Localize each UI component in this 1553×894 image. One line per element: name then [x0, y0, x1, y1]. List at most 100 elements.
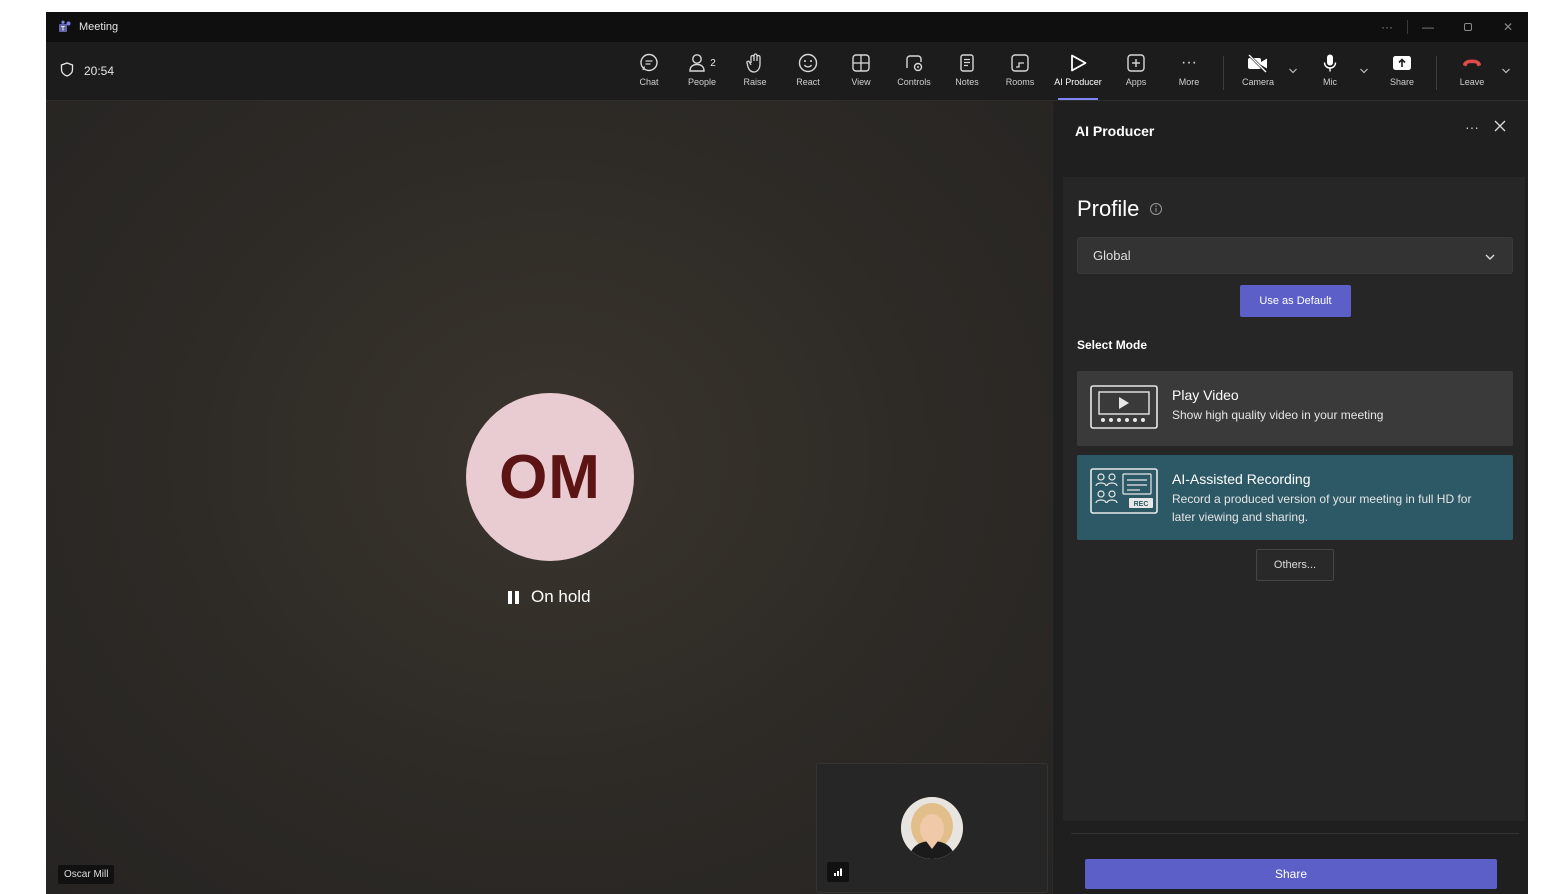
notes-label: Notes — [955, 77, 979, 87]
chat-button[interactable]: Chat — [625, 50, 673, 94]
signal-strength-icon — [827, 862, 849, 882]
camera-off-icon — [1246, 50, 1270, 76]
video-screen-icon — [1090, 384, 1158, 430]
more-dots-icon: ··· — [1181, 54, 1197, 71]
recording-studio-icon: REC — [1090, 468, 1158, 514]
more-button[interactable]: ··· More — [1165, 50, 1213, 94]
on-hold-text: On hold — [531, 587, 591, 606]
ai-recording-title: AI-Assisted Recording — [1172, 471, 1311, 487]
use-as-default-button[interactable]: Use as Default — [1240, 285, 1351, 317]
play-video-text: Play Video Show high quality video in yo… — [1172, 387, 1492, 424]
view-button[interactable]: View — [837, 50, 885, 94]
chevron-down-icon — [1484, 249, 1496, 267]
pause-icon — [508, 590, 522, 604]
chat-icon — [638, 50, 660, 76]
mode-card-ai-recording[interactable]: REC AI-Assisted Recording Record a produ… — [1077, 455, 1513, 540]
panel-close-icon[interactable] — [1493, 119, 1507, 138]
teams-meeting-window: T Meeting ··· — ✕ 20:54 Chat 2 People Ra… — [46, 12, 1528, 894]
meeting-stage: OM On hold Oscar Mill — [46, 101, 1052, 894]
self-video-tile[interactable] — [816, 763, 1048, 893]
profile-label: Profile — [1077, 196, 1140, 221]
apps-add-icon — [1125, 50, 1147, 76]
leave-options-chevron-icon[interactable] — [1501, 67, 1511, 78]
people-icon: 2 — [688, 50, 716, 76]
ai-recording-text: AI-Assisted Recording Record a produced … — [1172, 471, 1492, 526]
play-video-title: Play Video — [1172, 387, 1239, 403]
ai-producer-panel: AI Producer ··· Profile Global Use as De… — [1052, 101, 1528, 894]
info-icon[interactable] — [1149, 196, 1163, 222]
shield-icon — [60, 62, 74, 80]
camera-button[interactable]: Camera — [1234, 50, 1282, 94]
hand-icon — [744, 50, 766, 76]
participant-avatar: OM — [466, 393, 634, 561]
apps-button[interactable]: Apps — [1112, 50, 1160, 94]
controls-button[interactable]: Controls — [890, 50, 938, 94]
camera-options-chevron-icon[interactable] — [1288, 67, 1298, 78]
share-screen-icon — [1391, 50, 1413, 76]
ai-recording-description: Record a produced version of your meetin… — [1172, 492, 1472, 524]
participant-initials: OM — [499, 442, 601, 512]
notes-icon — [956, 50, 978, 76]
share-label: Share — [1389, 77, 1415, 87]
others-button[interactable]: Others... — [1256, 549, 1334, 581]
window-more-icon[interactable]: ··· — [1367, 12, 1407, 42]
panel-footer-divider — [1071, 833, 1519, 834]
people-button[interactable]: 2 People — [678, 50, 726, 94]
hang-up-icon — [1460, 50, 1484, 76]
svg-text:T: T — [61, 27, 65, 33]
grid-view-icon — [850, 50, 872, 76]
people-count: 2 — [710, 57, 716, 69]
toolbar-divider — [1223, 56, 1224, 90]
close-window-icon[interactable]: ✕ — [1488, 12, 1528, 42]
apps-label: Apps — [1125, 77, 1147, 87]
panel-header: AI Producer ··· — [1053, 101, 1528, 157]
ai-producer-label: AI Producer — [1054, 77, 1102, 87]
rooms-label: Rooms — [1005, 77, 1035, 87]
profile-heading: Profile — [1077, 196, 1163, 222]
controls-label: Controls — [897, 77, 931, 87]
mode-card-play-video[interactable]: Play Video Show high quality video in yo… — [1077, 371, 1513, 446]
window-title: Meeting — [79, 21, 119, 33]
timer-text: 20:54 — [84, 64, 115, 78]
rooms-icon — [1009, 50, 1031, 76]
share-button[interactable]: Share — [1378, 50, 1426, 94]
meeting-toolbar: 20:54 Chat 2 People Raise React View Con… — [46, 42, 1528, 101]
on-hold-status: On hold — [508, 587, 591, 607]
window-controls: ··· — ✕ — [1367, 12, 1528, 42]
minimize-icon[interactable]: — — [1408, 12, 1448, 42]
rooms-button[interactable]: Rooms — [996, 50, 1044, 94]
camera-label: Camera — [1241, 77, 1274, 87]
raise-label: Raise — [743, 77, 767, 87]
teams-logo-icon: T — [57, 19, 73, 35]
panel-more-icon[interactable]: ··· — [1465, 119, 1479, 135]
participant-name-tag: Oscar Mill — [58, 865, 115, 884]
mic-button[interactable]: Mic — [1306, 50, 1354, 94]
meeting-timer: 20:54 — [60, 62, 114, 80]
mic-options-chevron-icon[interactable] — [1359, 67, 1369, 78]
raise-hand-button[interactable]: Raise — [731, 50, 779, 94]
panel-body: Profile Global Use as Default Select Mod… — [1063, 177, 1525, 821]
more-label: More — [1178, 77, 1200, 87]
leave-button[interactable]: Leave — [1448, 50, 1496, 94]
self-avatar-photo — [901, 797, 963, 859]
svg-text:REC: REC — [1134, 501, 1149, 508]
chat-label: Chat — [639, 77, 659, 87]
controls-icon — [903, 50, 925, 76]
panel-share-button[interactable]: Share — [1085, 859, 1497, 889]
panel-title: AI Producer — [1075, 123, 1155, 139]
smiley-icon — [797, 50, 819, 76]
notes-button[interactable]: Notes — [943, 50, 991, 94]
toolbar-divider-leave — [1436, 56, 1437, 90]
react-label: React — [796, 77, 820, 87]
people-label: People — [687, 77, 717, 87]
restore-icon[interactable] — [1448, 12, 1488, 42]
leave-label: Leave — [1459, 77, 1485, 87]
react-button[interactable]: React — [784, 50, 832, 94]
ai-producer-button[interactable]: AI Producer — [1054, 50, 1102, 100]
profile-dropdown[interactable]: Global — [1077, 237, 1513, 274]
mic-label: Mic — [1323, 77, 1337, 87]
select-mode-label: Select Mode — [1077, 338, 1148, 352]
profile-dropdown-value: Global — [1093, 248, 1131, 263]
play-triangle-icon — [1067, 50, 1089, 76]
title-bar: T Meeting ··· — ✕ — [46, 12, 1528, 42]
